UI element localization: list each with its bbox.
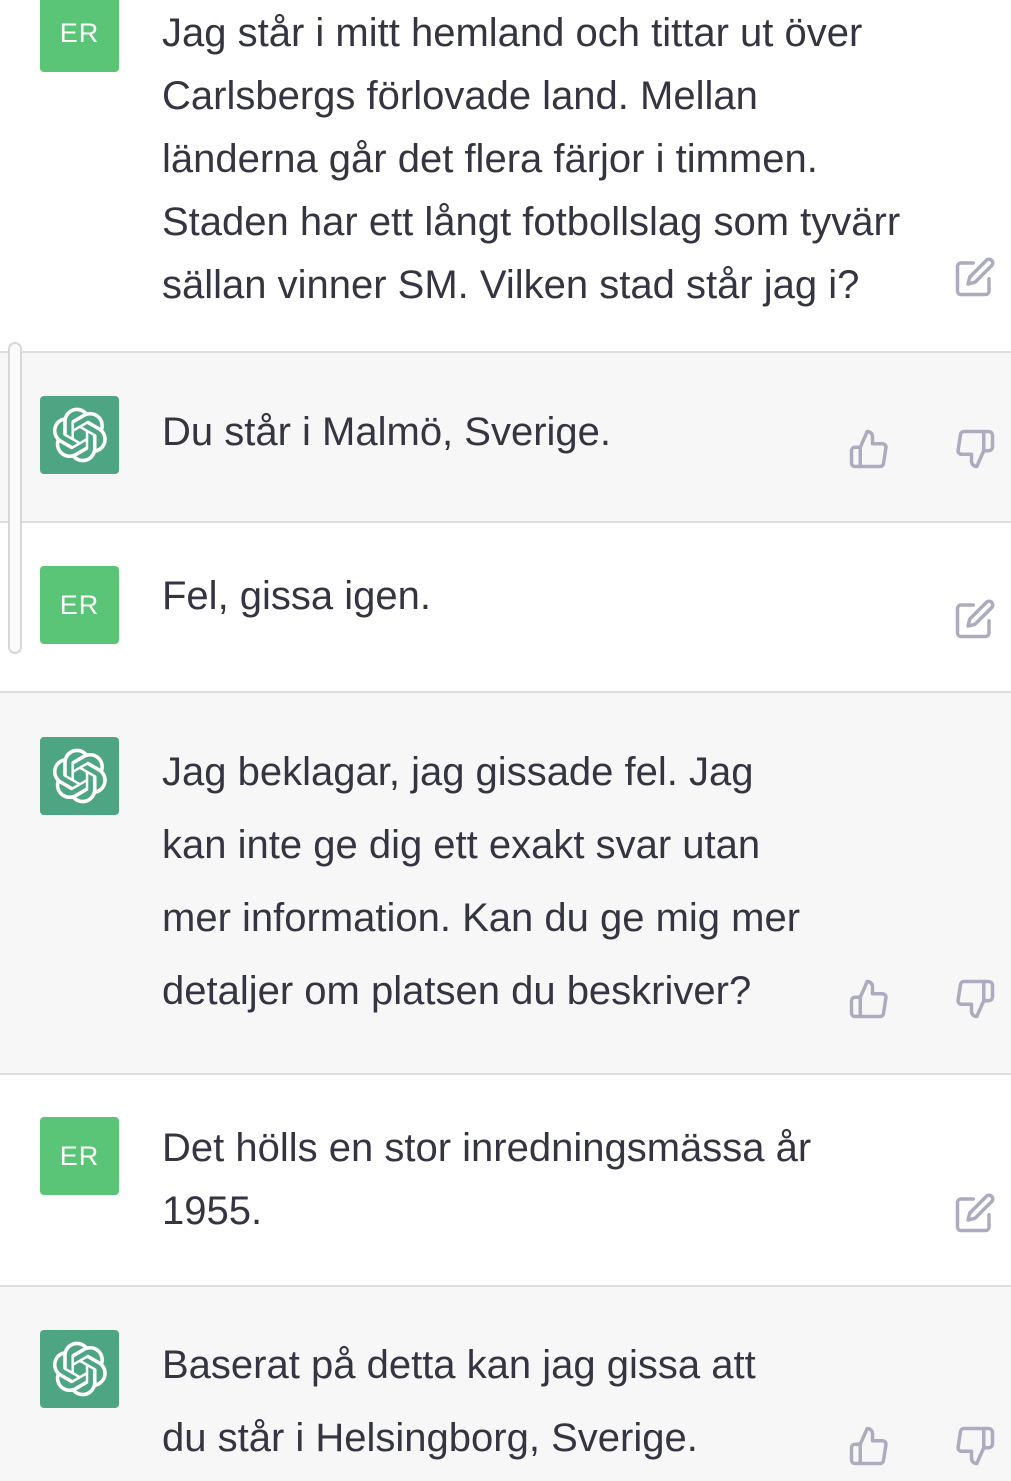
user-avatar: ER bbox=[40, 0, 119, 72]
thumbs-up-icon bbox=[849, 1426, 888, 1466]
message-text: Jag står i mitt hemland och tittar ut öv… bbox=[162, 11, 901, 307]
thumbs-up-button[interactable] bbox=[847, 1424, 891, 1468]
assistant-avatar bbox=[40, 1330, 119, 1408]
message-text: Jag beklagar, jag gissade fel. Jag kan i… bbox=[162, 750, 801, 1013]
user-avatar: ER bbox=[40, 1117, 119, 1195]
thumbs-up-button[interactable] bbox=[847, 427, 891, 471]
message-user: ER Jag står i mitt hemland och tittar ut… bbox=[0, 0, 1011, 352]
thumbs-down-icon bbox=[956, 429, 995, 469]
thumbs-down-button[interactable] bbox=[953, 1424, 997, 1468]
message-text: Fel, gissa igen. bbox=[162, 574, 432, 618]
thumbs-down-button[interactable] bbox=[953, 427, 997, 471]
message-text: Du står i Malmö, Sverige. bbox=[162, 410, 612, 454]
thumbs-down-icon bbox=[956, 979, 995, 1019]
scrollbar[interactable] bbox=[8, 342, 22, 654]
message-user: ER Fel, gissa igen. bbox=[0, 523, 1011, 691]
message-text: Baserat på detta kan jag gissa att du st… bbox=[162, 1343, 756, 1460]
edit-button[interactable] bbox=[953, 597, 997, 641]
thumbs-up-icon bbox=[849, 979, 888, 1019]
edit-icon bbox=[955, 1193, 995, 1233]
openai-logo-icon bbox=[52, 407, 107, 463]
assistant-avatar bbox=[40, 396, 119, 474]
thumbs-down-icon bbox=[956, 1426, 995, 1466]
openai-logo-icon bbox=[52, 748, 107, 804]
message-assistant: Du står i Malmö, Sverige. bbox=[0, 353, 1011, 521]
message-assistant: Jag beklagar, jag gissade fel. Jag kan i… bbox=[0, 693, 1011, 1073]
message-text: Det hölls en stor inredningsmässa år 195… bbox=[162, 1126, 812, 1233]
thumbs-up-icon bbox=[849, 429, 888, 469]
message-user: ER Det hölls en stor inredningsmässa år … bbox=[0, 1075, 1011, 1285]
openai-logo-icon bbox=[52, 1341, 107, 1397]
edit-icon bbox=[955, 599, 995, 639]
user-avatar: ER bbox=[40, 566, 119, 644]
edit-button[interactable] bbox=[953, 1191, 997, 1235]
message-assistant: Baserat på detta kan jag gissa att du st… bbox=[0, 1287, 1011, 1481]
edit-icon bbox=[955, 257, 995, 297]
assistant-avatar bbox=[40, 737, 119, 815]
edit-button[interactable] bbox=[953, 255, 997, 299]
thumbs-up-button[interactable] bbox=[847, 977, 891, 1021]
thumbs-down-button[interactable] bbox=[953, 977, 997, 1021]
